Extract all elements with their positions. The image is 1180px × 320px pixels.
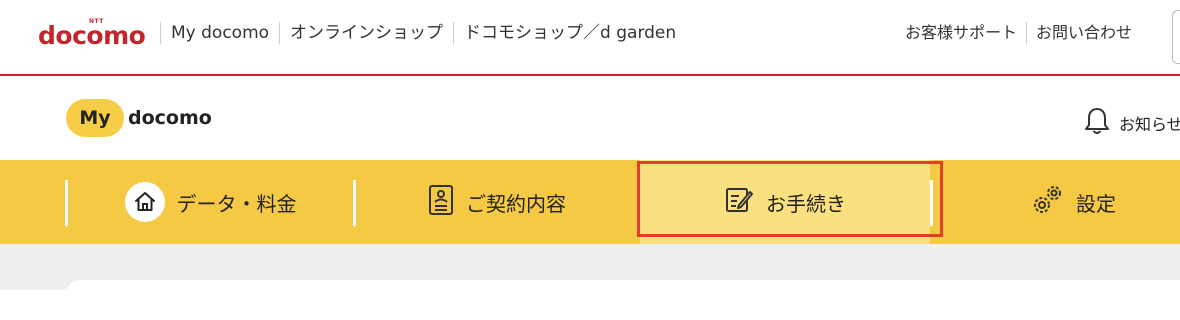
nav-item-label: お手続き (766, 191, 846, 216)
edit-note-icon (724, 185, 754, 219)
content-area (0, 244, 1180, 320)
link-online-shop[interactable]: オンラインショップ (279, 22, 453, 44)
docomo-logo[interactable]: NTT docomo (38, 18, 150, 50)
link-contact[interactable]: お問い合わせ (1026, 22, 1141, 44)
contract-document-icon (428, 184, 454, 220)
header-menu-button[interactable] (1172, 10, 1180, 64)
notifications-button[interactable]: お知らせ (1083, 106, 1180, 140)
nav-item-label: 設定 (1076, 191, 1116, 216)
nav-item-label: データ・料金 (176, 191, 297, 216)
home-icon (124, 182, 165, 222)
mydocomo-logo-word: docomo (128, 107, 212, 129)
notifications-label: お知らせ (1119, 115, 1180, 134)
link-my-docomo[interactable]: My docomo (160, 22, 279, 44)
nav-item-procedures[interactable]: お手続き (640, 160, 930, 244)
docomo-wordmark: docomo (38, 21, 146, 50)
header-right-links: お客様サポート お問い合わせ (896, 22, 1141, 44)
content-card (66, 280, 1180, 320)
main-nav: データ・料金 ご契約内容 お手続き 設定 (0, 160, 1180, 244)
nav-divider (930, 180, 933, 226)
bell-icon (1083, 106, 1111, 140)
gears-icon (1030, 183, 1064, 221)
mydocomo-logo-badge: My (66, 99, 124, 137)
link-customer-support[interactable]: お客様サポート (896, 22, 1026, 44)
mydocomo-logo[interactable]: My docomo (66, 98, 212, 138)
mydocomo-header: My docomo お知らせ (0, 76, 1180, 160)
global-header: NTT docomo My docomo オンラインショップ ドコモショップ／d… (0, 0, 1180, 76)
nav-item-label: ご契約内容 (466, 191, 566, 216)
nav-item-contract[interactable]: ご契約内容 (356, 160, 638, 244)
nav-item-settings[interactable]: 設定 (960, 160, 1180, 244)
nav-item-data-fee[interactable]: データ・料金 (68, 160, 353, 244)
link-docomo-shop[interactable]: ドコモショップ／d garden (453, 22, 686, 44)
header-links: My docomo オンラインショップ ドコモショップ／d garden (160, 22, 686, 44)
